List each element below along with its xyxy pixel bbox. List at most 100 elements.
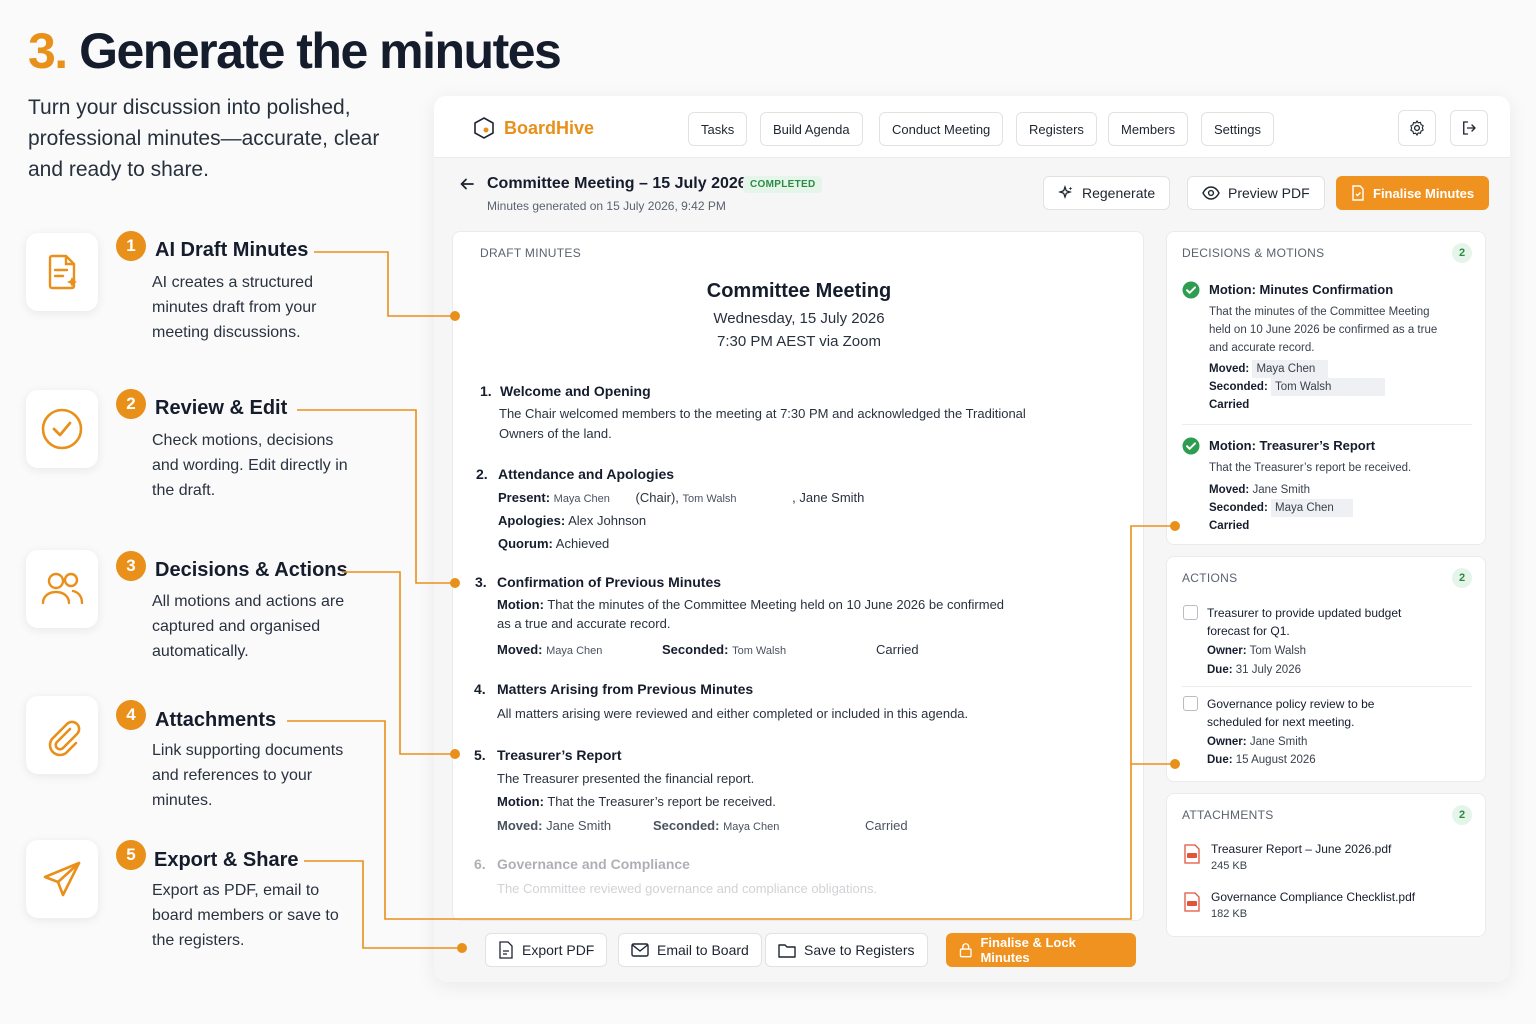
regenerate-button[interactable]: Regenerate	[1043, 176, 1171, 210]
action-2-checkbox[interactable]	[1183, 696, 1198, 711]
finalise-lock-button[interactable]: Finalise & Lock Minutes	[946, 933, 1136, 967]
item-2-quorum-line[interactable]: Quorum: Achieved	[498, 534, 609, 554]
item-5-motion-text: That the Treasurer’s report be received.	[547, 794, 776, 809]
motion-2-moved-value[interactable]: Jane Smith	[1252, 484, 1310, 496]
action-1-owner: Owner: Tom Walsh	[1207, 642, 1306, 660]
item-6-title[interactable]: Governance and Compliance	[497, 856, 690, 872]
action-1-checkbox[interactable]	[1183, 605, 1198, 620]
motion-1-moved-value[interactable]: Maya Chen	[1252, 360, 1329, 378]
step-1-badge: 1	[116, 231, 146, 261]
action-2-owner: Owner: Jane Smith	[1207, 733, 1307, 751]
item-1-text-2[interactable]: Owners of the land.	[499, 424, 612, 444]
step-1-desc: AI creates a structured minutes draft fr…	[152, 274, 317, 341]
logout-icon[interactable]	[1450, 110, 1488, 146]
eye-icon	[1202, 186, 1220, 200]
attachment-2-name[interactable]: Governance Compliance Checklist.pdf	[1211, 888, 1415, 906]
item-2-present-line[interactable]: Present: Maya Chen (Chair), Tom Walsh , …	[498, 488, 864, 509]
draft-date: Wednesday, 15 July 2026	[713, 310, 885, 327]
finalise-minutes-label: Finalise Minutes	[1373, 185, 1475, 201]
item-4-title[interactable]: Matters Arising from Previous Minutes	[497, 681, 753, 697]
attachment-1-name[interactable]: Treasurer Report – June 2026.pdf	[1211, 840, 1391, 858]
motion-1-title[interactable]: Motion: Minutes Confirmation	[1209, 282, 1393, 297]
motion-2-seconded-value[interactable]: Maya Chen	[1271, 499, 1353, 517]
item-6-number: 6.	[474, 856, 486, 872]
present-chair: (Chair),	[635, 490, 679, 505]
hero-heading: Generate the minutes	[79, 23, 562, 79]
item-3-moved-label: Moved:	[497, 642, 543, 657]
action-1-title-1[interactable]: Treasurer to provide updated budget	[1207, 604, 1401, 622]
motion-1-moved-label: Moved:	[1209, 363, 1250, 375]
action-1-title-2[interactable]: forecast for Q1.	[1207, 622, 1290, 640]
attachments-panel: ATTACHMENTS 2 Treasurer Report – June 20…	[1166, 793, 1486, 937]
item-2-apologies-line[interactable]: Apologies: Alex Johnson	[498, 511, 646, 531]
item-4-number: 4.	[474, 681, 486, 697]
export-pdf-button[interactable]: Export PDF	[485, 933, 608, 967]
motion-2-seconded-label: Seconded:	[1209, 502, 1268, 514]
item-3-motion-line-2[interactable]: as a true and accurate record.	[497, 614, 670, 634]
action-2-title-2[interactable]: scheduled for next meeting.	[1207, 713, 1354, 731]
action-1-due: Due: 31 July 2026	[1207, 661, 1301, 679]
motion-1-moved: Moved: Maya Chen	[1209, 360, 1329, 378]
finalise-minutes-button[interactable]: Finalise Minutes	[1336, 176, 1490, 210]
item-3-motion-line-1[interactable]: Motion: That the minutes of the Committe…	[497, 595, 1004, 615]
item-3-result: Carried	[876, 642, 919, 657]
action-1-owner-value: Tom Walsh	[1249, 645, 1307, 657]
action-2-due-value: 15 August 2026	[1235, 754, 1316, 766]
folder-icon	[778, 943, 796, 958]
save-to-registers-button[interactable]: Save to Registers	[765, 933, 928, 967]
item-3-title[interactable]: Confirmation of Previous Minutes	[497, 574, 721, 590]
app-window: BoardHive Tasks Build Agenda Conduct Mee…	[434, 96, 1510, 982]
lock-icon	[959, 943, 972, 958]
nav-members[interactable]: Members	[1108, 112, 1189, 146]
item-5-moved-line[interactable]: Moved: Jane Smith	[497, 816, 611, 836]
step-4-desc: Link supporting documents and references…	[152, 742, 344, 809]
action-1-due-value: 31 July 2026	[1235, 664, 1301, 676]
step-4-badge: 4	[116, 700, 146, 730]
item-5-motion-line[interactable]: Motion: That the Treasurer’s report be r…	[497, 792, 776, 812]
document-sparkle-icon	[26, 233, 98, 311]
motion-2-title[interactable]: Motion: Treasurer’s Report	[1209, 438, 1375, 453]
item-4-text[interactable]: All matters arising were reviewed and ei…	[497, 704, 968, 724]
item-6-text[interactable]: The Committee reviewed governance and co…	[497, 879, 877, 899]
motion-1-result: Carried	[1209, 399, 1250, 411]
item-3-seconded-line[interactable]: Seconded: Tom Walsh	[662, 640, 786, 661]
item-3-number: 3.	[475, 574, 487, 590]
item-5-text[interactable]: The Treasurer presented the financial re…	[497, 769, 754, 789]
present-name-3: , Jane Smith	[792, 490, 865, 505]
back-arrow-icon[interactable]	[459, 176, 475, 197]
hero-title: 3. Generate the minutes	[28, 22, 562, 80]
item-5-seconded-line[interactable]: Seconded: Maya Chen	[653, 816, 779, 837]
item-3-moved-line[interactable]: Moved: Maya Chen	[497, 640, 602, 661]
nav-build-agenda[interactable]: Build Agenda	[760, 112, 863, 146]
nav-settings[interactable]: Settings	[1201, 112, 1274, 146]
draft-label: DRAFT MINUTES	[480, 246, 582, 260]
nav-registers[interactable]: Registers	[1016, 112, 1097, 146]
gear-icon[interactable]	[1398, 110, 1436, 146]
motion-1-seconded-label: Seconded:	[1209, 381, 1268, 393]
regenerate-label: Regenerate	[1082, 185, 1156, 201]
nav-conduct-meeting[interactable]: Conduct Meeting	[879, 112, 1004, 146]
item-5-moved-value: Jane Smith	[546, 818, 612, 833]
motion-1-seconded: Seconded: Tom Walsh	[1209, 378, 1385, 396]
brand-logo[interactable]: BoardHive	[472, 116, 594, 140]
email-to-board-button[interactable]: Email to Board	[618, 933, 762, 967]
item-2-title[interactable]: Attendance and Apologies	[498, 466, 674, 482]
action-2-title-1[interactable]: Governance policy review to be	[1207, 695, 1374, 713]
attachment-2-size: 182 KB	[1211, 908, 1248, 920]
step-5-desc: Export as PDF, email to board members or…	[152, 882, 339, 949]
item-5-seconded-value: Maya Chen	[723, 821, 780, 833]
pdf-file-icon	[1184, 892, 1200, 917]
item-3-seconded-value: Tom Walsh	[732, 645, 787, 657]
action-2-owner-label: Owner:	[1207, 736, 1247, 748]
preview-pdf-button[interactable]: Preview PDF	[1187, 176, 1325, 210]
brand-name: BoardHive	[504, 117, 595, 138]
attachments-count-badge: 2	[1452, 805, 1472, 825]
item-1-title[interactable]: Welcome and Opening	[500, 383, 651, 399]
document-icon	[1352, 185, 1364, 201]
motion-1-seconded-value[interactable]: Tom Walsh	[1271, 378, 1385, 396]
export-pdf-label: Export PDF	[522, 942, 595, 958]
item-1-text-1[interactable]: The Chair welcomed members to the meetin…	[499, 404, 1026, 424]
hexagon-logo-icon	[474, 117, 494, 139]
nav-tasks[interactable]: Tasks	[688, 112, 748, 146]
item-5-title[interactable]: Treasurer’s Report	[497, 747, 622, 763]
